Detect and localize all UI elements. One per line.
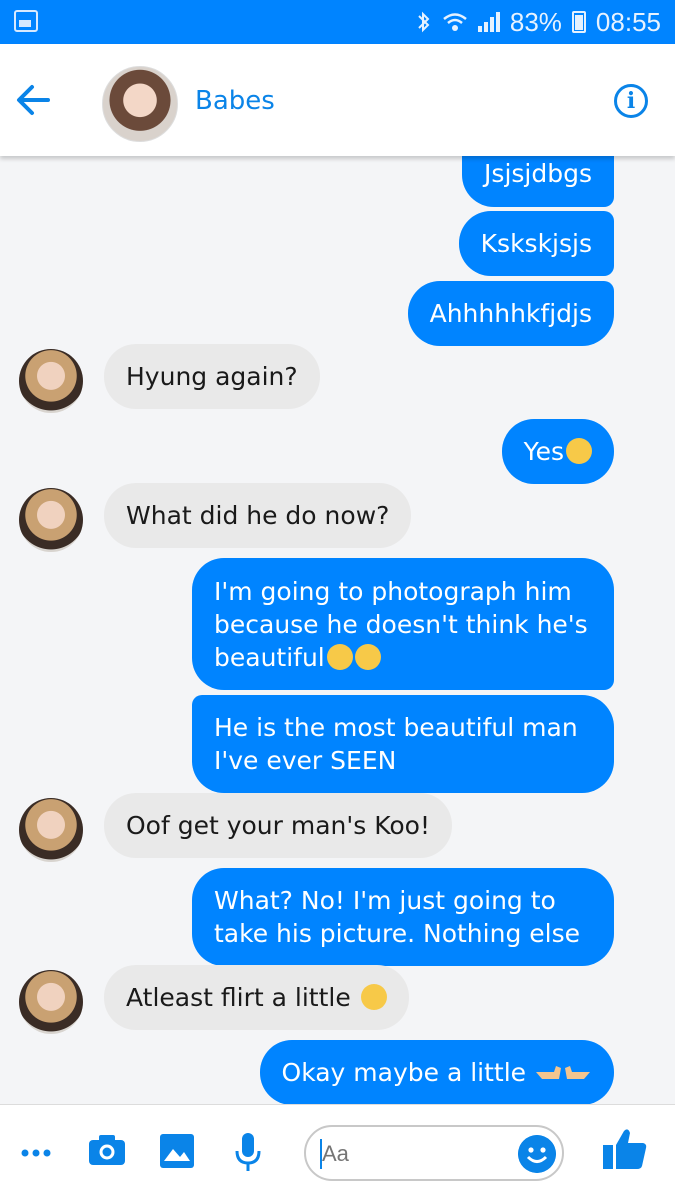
smirking-face-icon <box>360 984 387 1010</box>
message-bubble-sent[interactable]: Yes <box>501 419 614 484</box>
message-text: Okay maybe a little <box>281 1058 527 1087</box>
message-bubble-received[interactable]: Oof get your man's Koo! <box>104 793 453 858</box>
text-caret <box>320 1139 322 1169</box>
battery-percent: 83% <box>509 6 562 37</box>
signal-icon <box>477 12 500 32</box>
message-text: I'm going to photograph him because he d… <box>214 577 588 672</box>
arrow-left-icon[interactable] <box>14 82 54 118</box>
composer-bar <box>0 1104 675 1201</box>
contact-avatar-small <box>19 798 83 862</box>
microphone-icon[interactable] <box>234 1131 262 1173</box>
camera-icon[interactable] <box>87 1133 127 1167</box>
contact-avatar-small <box>19 488 83 552</box>
message-bubble-sent[interactable]: He is the most beautiful man I've ever S… <box>192 695 614 793</box>
message-bubble-sent[interactable]: Ahhhhhkfjdjs <box>407 281 614 346</box>
crying-laughing-face-icon <box>326 644 353 670</box>
contact-name[interactable]: Babes <box>195 86 275 116</box>
message-input-container[interactable] <box>304 1125 564 1181</box>
message-input[interactable] <box>320 1136 514 1172</box>
message-bubble-received[interactable]: Hyung again? <box>104 344 320 409</box>
contact-avatar-small <box>19 970 83 1034</box>
contact-avatar[interactable] <box>102 66 178 142</box>
conversation-header: Babes i <box>0 44 675 156</box>
status-icons: 83% 08:55 <box>416 6 661 38</box>
message-text: Yes <box>523 437 564 466</box>
image-icon <box>14 10 38 32</box>
message-bubble-sent[interactable]: What? No! I'm just going to take his pic… <box>192 868 614 966</box>
message-thread: Jsjsjdbgs Kskskjsjs Ahhhhhkfjdjs Hyung a… <box>0 156 675 1104</box>
message-bubble-received[interactable]: What did he do now? <box>104 483 412 548</box>
message-bubble-received[interactable]: Atleast flirt a little <box>104 965 409 1030</box>
message-text: Atleast flirt a little <box>126 983 351 1012</box>
clock: 08:55 <box>595 6 661 37</box>
pointing-fingers-icon <box>536 1066 590 1079</box>
message-bubble-sent[interactable]: Kskskjsjs <box>458 211 614 276</box>
contact-avatar-small <box>19 349 83 413</box>
emoji-icon[interactable] <box>518 1135 556 1173</box>
message-bubble-sent[interactable]: I'm going to photograph him because he d… <box>192 558 614 690</box>
info-icon[interactable]: i <box>614 84 648 118</box>
crying-laughing-face-icon <box>354 644 381 670</box>
worried-face-icon <box>566 438 592 464</box>
message-bubble-sent[interactable]: Jsjsjdbgs <box>462 156 614 207</box>
battery-icon <box>571 11 586 33</box>
message-bubble-sent[interactable]: Okay maybe a little <box>259 1040 614 1104</box>
status-bar: 83% 08:55 <box>0 0 675 44</box>
wifi-icon <box>443 13 467 31</box>
thumbs-up-icon[interactable] <box>602 1127 648 1171</box>
gallery-icon[interactable] <box>159 1133 195 1169</box>
more-icon[interactable] <box>20 1143 52 1163</box>
bluetooth-icon <box>418 11 430 33</box>
